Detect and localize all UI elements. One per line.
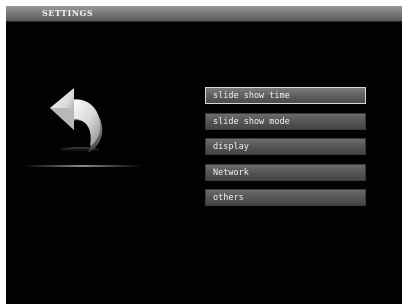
menu-item-display[interactable]: display — [205, 138, 366, 155]
menu-item-label: others — [213, 193, 244, 203]
settings-screen: SETTINGS slide show time slide show mode… — [6, 6, 402, 304]
title-bar: SETTINGS — [6, 6, 402, 22]
page-title: SETTINGS — [42, 8, 94, 18]
divider-line — [24, 165, 142, 167]
menu-item-slide-show-mode[interactable]: slide show mode — [205, 112, 366, 130]
menu-item-slide-show-time[interactable]: slide show time — [205, 87, 366, 104]
menu-item-label: Network — [213, 167, 249, 178]
menu-item-label: slide show mode — [213, 116, 290, 127]
back-arrow-icon[interactable] — [44, 84, 112, 154]
settings-menu: slide show time slide show mode display … — [205, 87, 366, 215]
menu-item-label: slide show time — [213, 91, 290, 101]
curved-back-arrow-icon — [50, 88, 103, 153]
menu-item-label: display — [213, 142, 249, 152]
menu-item-others[interactable]: others — [205, 189, 366, 206]
menu-item-network[interactable]: Network — [205, 163, 366, 181]
